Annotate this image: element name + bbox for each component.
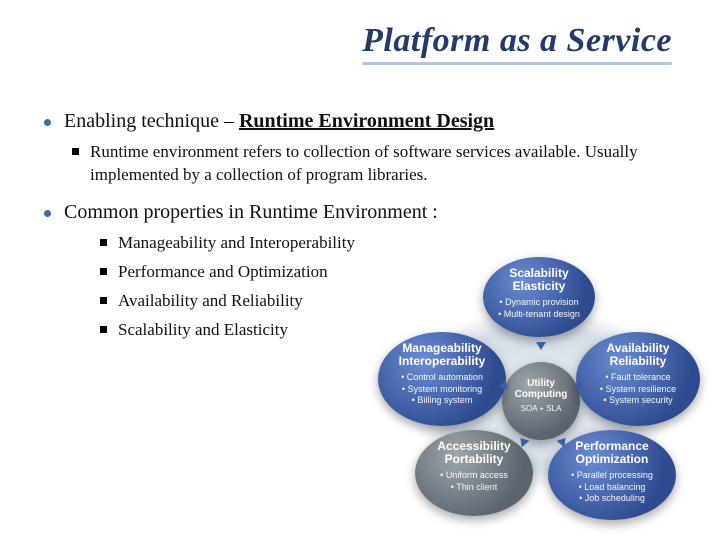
slide: { "title": "Platform as a Service", "bul… xyxy=(0,0,720,540)
orb-points: Parallel processing Load balancing Job s… xyxy=(548,468,676,506)
orb-label: Accessibility Portability xyxy=(415,430,533,468)
orb-label: Utility Computing xyxy=(502,362,580,402)
bullet-enabling-technique: Enabling technique – Runtime Environment… xyxy=(36,110,692,187)
orb-sub: SOA + SLA xyxy=(502,402,580,416)
orb-label: Performance Optimization xyxy=(548,430,676,468)
orb-points: Fault tolerance System resilience System… xyxy=(576,370,700,408)
arrow-icon xyxy=(498,380,509,392)
bullet-bold: Runtime Environment Design xyxy=(239,110,494,132)
arrow-icon xyxy=(557,435,570,448)
arrow-icon xyxy=(517,435,530,448)
prop-item: Manageability and Interoperability xyxy=(92,232,692,255)
orb-center: Utility Computing SOA + SLA xyxy=(502,362,580,440)
sub-bullet-runtime-def: Runtime environment refers to collection… xyxy=(64,141,692,187)
orb-points: Uniform access Thin client xyxy=(415,468,533,495)
decorative-swoosh xyxy=(0,0,320,120)
orb-performance: Performance Optimization Parallel proces… xyxy=(548,430,676,520)
bullet-text: Enabling technique – xyxy=(64,110,239,132)
prop-item: Availability and Reliability xyxy=(92,290,692,313)
arrow-icon xyxy=(575,380,586,392)
orb-accessibility: Accessibility Portability Uniform access… xyxy=(415,430,533,516)
prop-item: Scalability and Elasticity xyxy=(92,319,692,342)
slide-title: Platform as a Service xyxy=(362,22,672,65)
orb-points: Control automation System monitoring Bil… xyxy=(378,370,506,408)
slide-body: Enabling technique – Runtime Environment… xyxy=(36,110,692,348)
bullet-common-properties: Common properties in Runtime Environment… xyxy=(36,201,692,224)
prop-item: Performance and Optimization xyxy=(92,261,692,284)
